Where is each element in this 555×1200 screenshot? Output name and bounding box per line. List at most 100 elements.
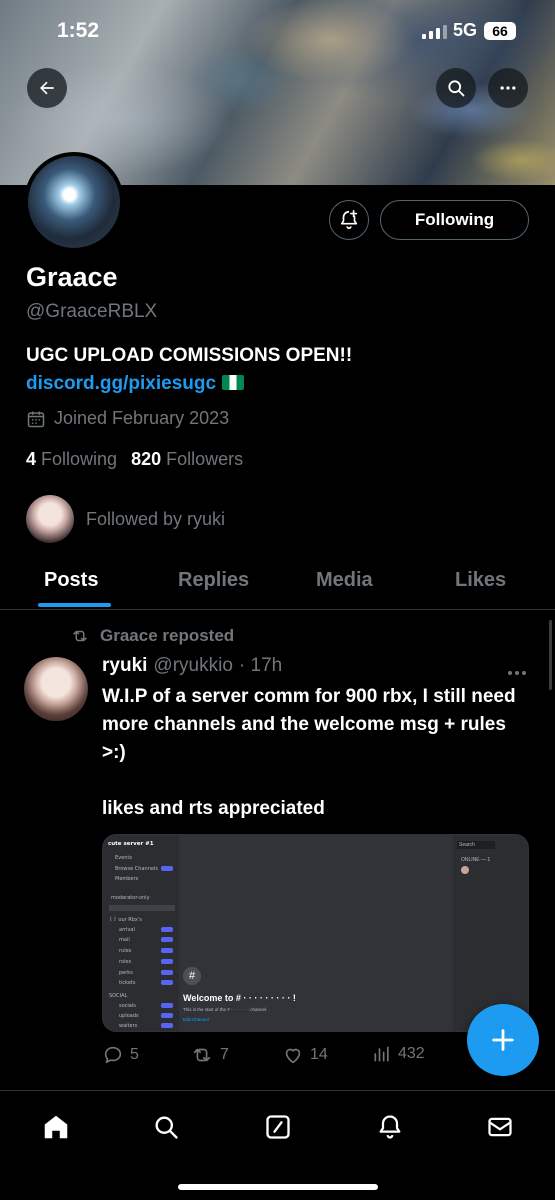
back-button[interactable] [27, 68, 67, 108]
tweet-author-name[interactable]: ryuki [102, 655, 147, 677]
discord-channel: mail [119, 937, 130, 943]
scrollbar[interactable] [549, 620, 552, 690]
views-icon [374, 1046, 389, 1062]
nav-search[interactable] [150, 1111, 182, 1143]
repost-indicator: Graace reposted [70, 626, 234, 646]
discord-channel-top: Browse Channels [115, 866, 158, 872]
following-button[interactable]: Following [380, 200, 529, 240]
discord-member-avatar [461, 866, 469, 874]
grok-icon [266, 1115, 290, 1139]
tweet-more-button[interactable] [507, 664, 527, 682]
discord-category: ꒰꒱ our Rbx's [109, 917, 142, 923]
discord-channel: arrival [119, 927, 135, 933]
tab-media[interactable]: Media [316, 569, 373, 592]
follower-avatar [26, 495, 74, 543]
search-icon [155, 1116, 178, 1139]
discord-selected-channel [109, 905, 175, 911]
back-arrow-icon [40, 81, 54, 95]
profile-handle: @GraaceRBLX [26, 301, 158, 322]
views-button[interactable]: 432 [372, 1044, 425, 1064]
plus-icon [492, 1029, 514, 1051]
nav-grok[interactable] [262, 1111, 294, 1143]
discord-badge [161, 980, 173, 985]
search-icon [448, 80, 465, 97]
joined-text: Joined February 2023 [54, 408, 230, 428]
discord-edit-channel: Edit Channel [183, 1017, 209, 1022]
repost-count: 7 [220, 1046, 229, 1063]
profile-avatar[interactable] [24, 152, 124, 252]
more-button[interactable] [488, 68, 528, 108]
discord-channel-hash-icon: # [183, 967, 201, 985]
more-icon [508, 671, 526, 675]
discord-category: moderator-only [111, 895, 150, 901]
discord-badge [161, 1023, 173, 1028]
compose-button[interactable] [467, 1004, 539, 1076]
views-count: 432 [398, 1045, 425, 1062]
profile-bio: UGC UPLOAD COMISSIONS OPEN!! discord.gg/… [26, 342, 531, 398]
discord-badge [161, 927, 173, 932]
discord-welcome-sub: This is the start of the # · · · · · · ·… [183, 1007, 268, 1012]
discord-channel: uploads [119, 1013, 139, 1019]
search-button[interactable] [436, 68, 476, 108]
followers-link[interactable]: 820 Followers [131, 449, 243, 470]
repost-button[interactable]: 7 [190, 1044, 229, 1066]
reply-icon [104, 1046, 122, 1064]
tab-replies[interactable]: Replies [178, 569, 249, 592]
home-indicator [178, 1184, 378, 1190]
nav-notifications[interactable] [374, 1111, 406, 1143]
following-link[interactable]: 4 Following [26, 449, 117, 470]
notifications-button[interactable] [329, 200, 369, 240]
discord-channel-top: Events [115, 855, 132, 861]
follow-counts: 4 Following 820 Followers [26, 449, 243, 470]
discord-welcome: Welcome to # · · · · · · · · · ! [183, 993, 296, 1003]
status-bar: 1:52 5G 66 [0, 0, 555, 62]
tweet-text: W.I.P of a server comm for 900 rbx, I st… [102, 686, 516, 819]
discord-badge [161, 937, 173, 942]
discord-sidebar: cute server #1 Events Browse Channels Me… [103, 835, 179, 1031]
bell-icon [379, 1115, 401, 1139]
discord-badge [161, 866, 173, 871]
discord-badge [161, 1003, 173, 1008]
calendar-icon [27, 411, 45, 427]
repost-text[interactable]: Graace reposted [100, 626, 234, 646]
discord-channel: perks [119, 970, 133, 976]
more-icon [500, 86, 516, 90]
reply-button[interactable]: 5 [102, 1044, 139, 1066]
like-button[interactable]: 14 [282, 1044, 328, 1066]
tab-likes[interactable]: Likes [455, 569, 506, 592]
like-count: 14 [310, 1046, 328, 1063]
discord-online-label: ONLINE — 1 [461, 857, 491, 863]
followed-by[interactable]: Followed by ryuki [26, 495, 225, 543]
home-icon [44, 1115, 68, 1139]
discord-server-name: cute server #1 [108, 841, 154, 847]
tweet-media-image[interactable]: cute server #1 Events Browse Channels Me… [102, 834, 529, 1032]
nav-messages[interactable] [484, 1111, 516, 1143]
followers-label: Followers [166, 449, 244, 469]
discord-channel: roles [119, 959, 132, 965]
reply-count: 5 [130, 1046, 139, 1063]
joined-date: Joined February 2023 [26, 408, 229, 429]
discord-channel-top: Members [115, 876, 139, 882]
tab-posts[interactable]: Posts [44, 569, 98, 592]
discord-member-list: Search ONLINE — 1 [453, 835, 528, 1031]
status-time: 1:52 [57, 19, 100, 42]
following-count: 4 [26, 449, 37, 469]
discord-channel: waiters [119, 1023, 138, 1029]
tweet-author-handle[interactable]: @ryukkio [153, 655, 232, 677]
bio-link[interactable]: discord.gg/pixiesugc [26, 373, 216, 394]
tweet-author-avatar[interactable] [24, 657, 88, 721]
nigeria-flag-icon [222, 375, 245, 390]
nav-home[interactable] [40, 1111, 72, 1143]
repost-icon [73, 630, 87, 642]
signal-icon [422, 24, 447, 39]
discord-channel: tickets [119, 980, 136, 986]
tweet-header: ryuki @ryukkio · 17h [102, 655, 282, 677]
repost-icon [193, 1048, 211, 1062]
profile-display-name: Graace [26, 262, 118, 292]
discord-badge [161, 970, 173, 975]
heart-icon [285, 1048, 301, 1064]
discord-search: Search [457, 841, 495, 849]
mail-icon [488, 1117, 512, 1137]
network-type: 5G [453, 20, 478, 40]
bio-text: UGC UPLOAD COMISSIONS OPEN!! [26, 345, 353, 366]
